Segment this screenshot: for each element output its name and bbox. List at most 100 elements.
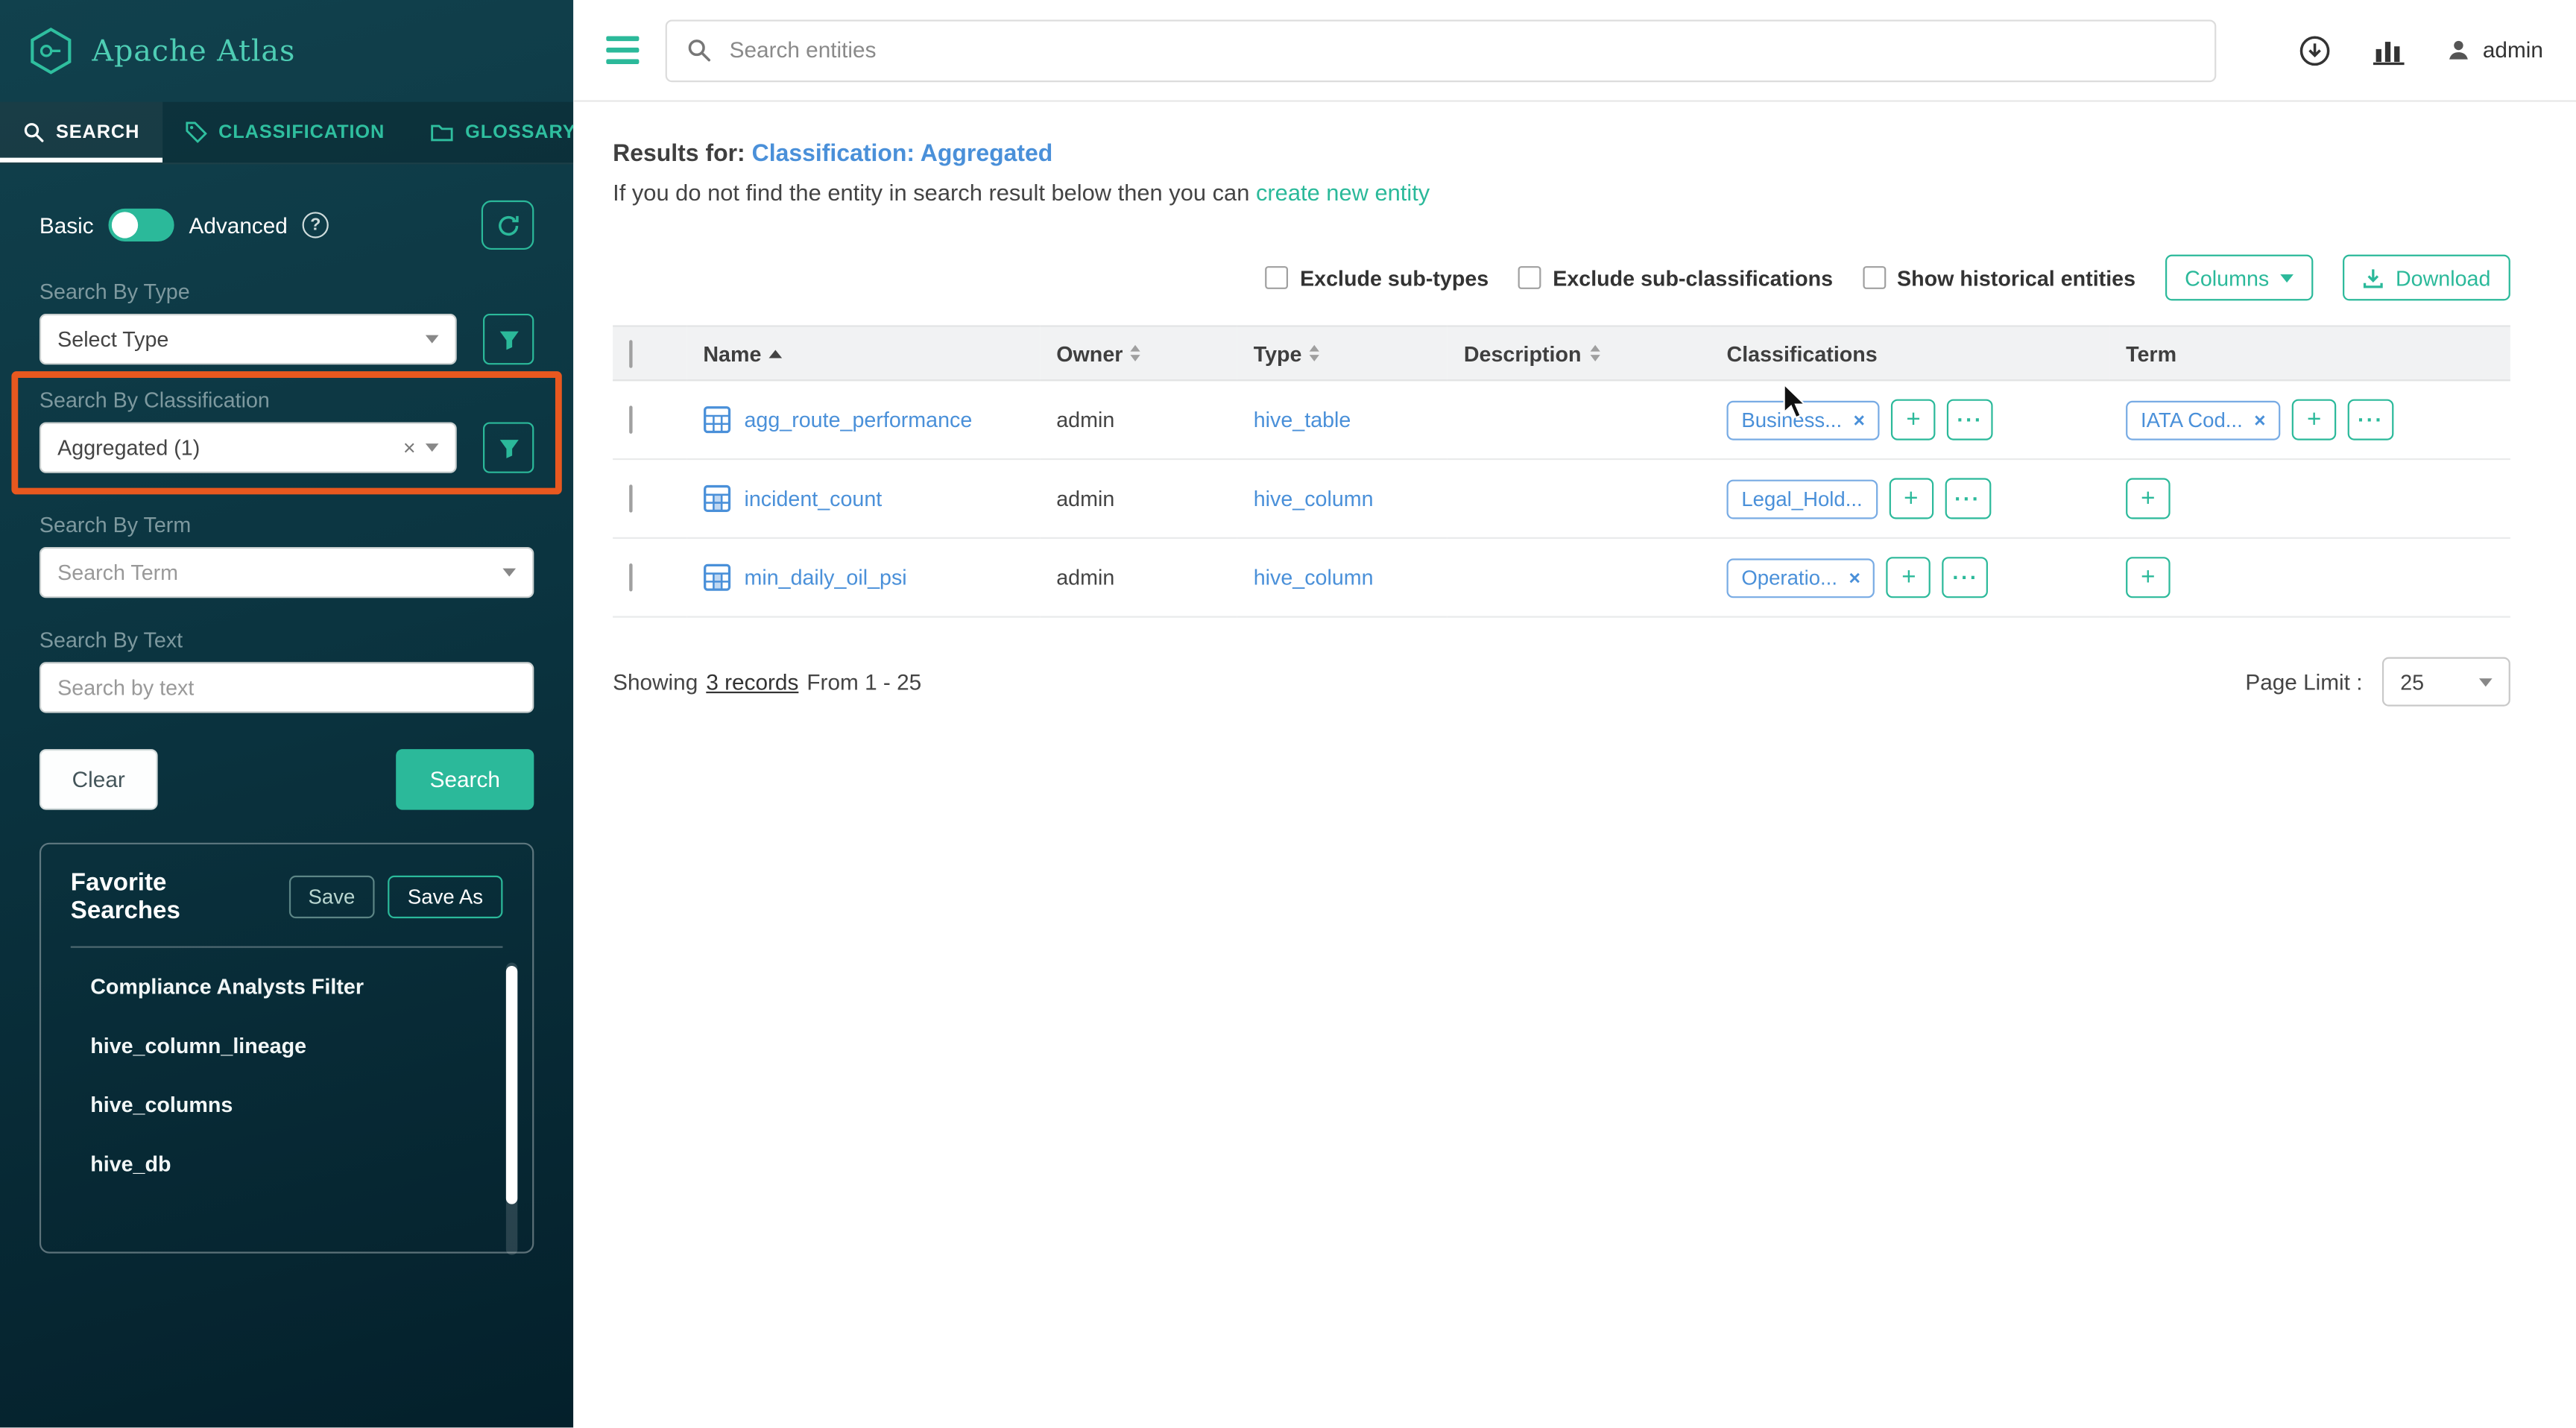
exclude-subclassifications-label: Exclude sub-classifications: [1553, 265, 1833, 290]
row-checkbox[interactable]: [629, 484, 632, 512]
chevron-down-icon: [2479, 677, 2493, 686]
row-checkbox[interactable]: [629, 405, 632, 433]
remove-classification-icon[interactable]: ×: [1849, 568, 1860, 587]
classification-select[interactable]: Aggregated (1) ×: [40, 422, 457, 473]
toggle-knob: [112, 212, 138, 238]
scrollbar-thumb[interactable]: [506, 966, 517, 1204]
entity-name-link[interactable]: incident_count: [744, 486, 882, 511]
header-owner[interactable]: Owner: [1056, 341, 1220, 365]
list-item[interactable]: hive_columns: [90, 1093, 532, 1117]
clear-selection-icon[interactable]: ×: [403, 437, 416, 458]
chevron-down-icon: [2281, 274, 2294, 282]
sidebar-tabs: SEARCH CLASSIFICATION GLOSSARY: [0, 102, 573, 165]
download-button[interactable]: Download: [2343, 255, 2510, 301]
list-item[interactable]: Compliance Analysts Filter: [90, 974, 532, 999]
tab-classification[interactable]: CLASSIFICATION: [162, 102, 408, 163]
classification-chip: Business... ×: [1727, 400, 1880, 440]
header-type[interactable]: Type: [1254, 341, 1431, 365]
save-button[interactable]: Save: [288, 876, 375, 918]
show-historical-checkbox[interactable]: [1863, 266, 1886, 289]
add-term-button[interactable]: +: [2292, 399, 2337, 440]
header-name[interactable]: Name: [703, 341, 1023, 365]
exclude-subclassifications-option: Exclude sub-classifications: [1518, 265, 1833, 290]
create-new-entity-link[interactable]: create new entity: [1256, 179, 1430, 205]
downloads-circle-icon[interactable]: [2299, 34, 2332, 66]
apache-atlas-app: Apache Atlas SEARCH CLASSIFICATION: [0, 0, 2576, 1427]
table-footer: Showing 3 records From 1 - 25 Page Limit…: [613, 657, 2510, 707]
more-classifications-button[interactable]: ···: [1945, 478, 1991, 519]
refresh-button[interactable]: [482, 200, 534, 250]
entity-type-link[interactable]: hive_table: [1254, 408, 1351, 432]
type-filter-button[interactable]: [483, 314, 534, 364]
refresh-icon: [496, 212, 520, 237]
entity-name-link[interactable]: min_daily_oil_psi: [744, 565, 906, 590]
classification-filter-button[interactable]: [483, 422, 534, 473]
page-limit-label: Page Limit :: [2245, 669, 2362, 694]
add-term-button[interactable]: +: [2126, 478, 2171, 519]
atlas-hexagon-icon: [26, 26, 75, 75]
clear-button[interactable]: Clear: [40, 749, 158, 810]
more-terms-button[interactable]: ···: [2348, 399, 2394, 440]
page-limit-select[interactable]: 25: [2382, 657, 2510, 707]
sidebar: Apache Atlas SEARCH CLASSIFICATION: [0, 0, 573, 1427]
remove-term-icon[interactable]: ×: [2254, 410, 2265, 429]
search-button[interactable]: Search: [396, 749, 534, 810]
tab-glossary-label: GLOSSARY: [465, 122, 575, 142]
owner-cell: admin: [1056, 408, 1114, 432]
page-limit-value: 25: [2400, 669, 2424, 694]
exclude-subclassifications-checkbox[interactable]: [1518, 266, 1541, 289]
header-term: Term: [2126, 341, 2176, 365]
row-checkbox[interactable]: [629, 563, 632, 591]
results-content: Results for: Classification: Aggregated …: [573, 102, 2576, 746]
header-classifications: Classifications: [1727, 341, 1878, 365]
select-all-checkbox[interactable]: [629, 339, 632, 367]
entity-type-link[interactable]: hive_column: [1254, 565, 1374, 590]
page-limit-control: Page Limit : 25: [2245, 657, 2510, 707]
show-historical-label: Show historical entities: [1897, 265, 2135, 290]
more-classifications-button[interactable]: ···: [1947, 399, 1993, 440]
entity-type-link[interactable]: hive_column: [1254, 486, 1374, 511]
add-classification-button[interactable]: +: [1889, 478, 1933, 519]
table-controls: Exclude sub-types Exclude sub-classifica…: [613, 255, 2510, 301]
search-entities-input[interactable]: [726, 36, 2194, 63]
results-for-value[interactable]: Classification: Aggregated: [752, 142, 1053, 168]
remove-classification-icon[interactable]: ×: [1854, 410, 1865, 429]
showing-label: Showing: [613, 669, 698, 694]
list-item[interactable]: hive_column_lineage: [90, 1033, 532, 1058]
search-icon: [23, 121, 45, 143]
table-row: incident_count admin hive_column Legal_H…: [613, 459, 2510, 538]
basic-advanced-toggle[interactable]: [109, 209, 174, 241]
user-menu[interactable]: admin: [2446, 38, 2543, 63]
more-classifications-button[interactable]: ···: [1942, 557, 1989, 598]
term-select[interactable]: Search Term: [40, 547, 534, 598]
tab-classification-label: CLASSIFICATION: [218, 122, 385, 142]
add-classification-button[interactable]: +: [1891, 399, 1936, 440]
tab-search[interactable]: SEARCH: [0, 102, 162, 163]
menu-icon[interactable]: [606, 36, 639, 63]
list-item[interactable]: hive_db: [90, 1151, 532, 1176]
statistics-icon[interactable]: [2373, 35, 2405, 65]
owner-cell: admin: [1056, 486, 1114, 511]
search-by-term-label: Search By Term: [40, 513, 534, 537]
favorite-searches-header: Favorite Searches Save Save As: [41, 869, 532, 925]
columns-button[interactable]: Columns: [2165, 255, 2314, 301]
tab-glossary[interactable]: GLOSSARY: [408, 102, 599, 163]
add-classification-button[interactable]: +: [1887, 557, 1931, 598]
exclude-subtypes-option: Exclude sub-types: [1266, 265, 1489, 290]
search-by-classification-group: Search By Classification Aggregated (1) …: [0, 371, 573, 473]
range-label: From 1 - 25: [806, 669, 921, 694]
header-description[interactable]: Description: [1464, 341, 1694, 365]
records-count-link[interactable]: 3 records: [706, 669, 798, 694]
atlas-logo[interactable]: Apache Atlas: [0, 0, 573, 102]
exclude-subtypes-label: Exclude sub-types: [1300, 265, 1489, 290]
exclude-subtypes-checkbox[interactable]: [1266, 266, 1289, 289]
search-text-input[interactable]: [40, 662, 534, 713]
help-icon[interactable]: ?: [303, 212, 329, 238]
type-select[interactable]: Select Type: [40, 314, 457, 364]
sort-icon: [1310, 345, 1320, 361]
download-icon: [2363, 267, 2384, 288]
entity-name-link[interactable]: agg_route_performance: [744, 408, 972, 432]
add-term-button[interactable]: +: [2126, 557, 2171, 598]
table-row: agg_route_performance admin hive_table B…: [613, 380, 2510, 459]
save-as-button[interactable]: Save As: [388, 876, 502, 918]
